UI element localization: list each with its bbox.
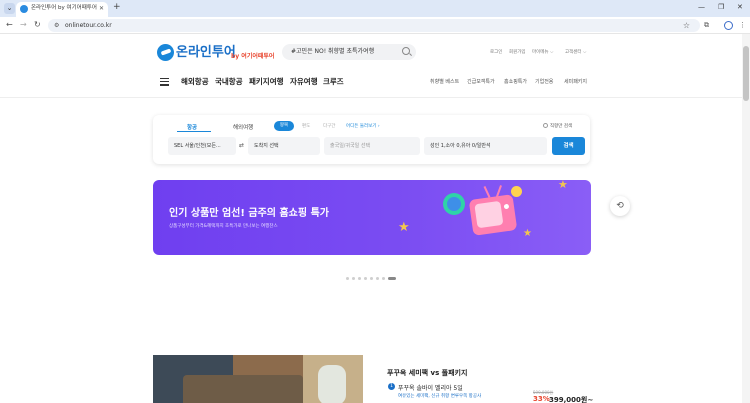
- trip-oneway[interactable]: 편도: [302, 123, 310, 129]
- search-icon[interactable]: [402, 47, 410, 55]
- tab-list-icon[interactable]: ⌄: [4, 3, 15, 14]
- customer-center-link[interactable]: 고객센터 ⌵: [565, 49, 586, 55]
- carousel-dot-active[interactable]: [388, 277, 396, 280]
- date-field[interactable]: 출국일/귀국일 선택: [324, 137, 420, 155]
- site-search-input[interactable]: #고민은 NO! 취향별 초특가여행: [282, 44, 416, 60]
- direct-only-checkbox[interactable]: 직항만 검색: [543, 123, 572, 129]
- nav-domestic-flight[interactable]: 국내항공: [215, 76, 243, 87]
- nav-urgent-deal[interactable]: 긴급모객특가: [467, 78, 495, 85]
- carousel-dot[interactable]: [352, 277, 355, 280]
- nav-package[interactable]: 패키지여행: [249, 76, 284, 87]
- forward-icon[interactable]: →: [20, 20, 27, 30]
- deal-rank-badge: 1: [388, 383, 395, 390]
- chat-bubble-illustration: [443, 193, 465, 215]
- trip-round[interactable]: 왕복: [274, 121, 294, 131]
- login-link[interactable]: 로그인: [490, 49, 502, 55]
- origin-field[interactable]: SEL 서울/인천(모든...: [168, 137, 236, 155]
- nav-home-shopping[interactable]: 홈쇼핑특가: [504, 78, 527, 85]
- tab-flight[interactable]: 항공: [187, 123, 197, 131]
- extensions-icon[interactable]: ⧉: [704, 20, 709, 31]
- minimize-icon[interactable]: —: [698, 2, 705, 13]
- checkbox-icon: [543, 123, 548, 128]
- site-favicon-icon: [20, 5, 28, 13]
- star-icon: ★: [398, 220, 410, 235]
- search-panel: 항공 해외여행 왕복 편도 다구간 어디든 둘러보기 › 직항만 검색 SEL …: [153, 115, 590, 164]
- carousel-indicator[interactable]: [346, 265, 399, 280]
- carousel-dot[interactable]: [376, 277, 379, 280]
- site-logo[interactable]: 온라인투어 by 여기어때투어: [157, 44, 277, 64]
- signup-link[interactable]: 회원가입: [509, 49, 526, 55]
- recent-history-icon[interactable]: ⟲: [610, 196, 630, 216]
- page: 온라인투어 by 여기어때투어 #고민은 NO! 취향별 초특가여행 로그인 회…: [0, 34, 742, 403]
- window-close-icon[interactable]: ✕: [737, 2, 743, 13]
- promo-banner[interactable]: 인기 상품만 엄선! 금주의 홈쇼핑 특가 상품구성부터 가격&혜택까지 초특가…: [153, 180, 591, 255]
- page-scrollbar[interactable]: [742, 34, 750, 403]
- scroll-thumb[interactable]: [743, 46, 749, 101]
- nav-divider: [0, 97, 742, 98]
- close-icon[interactable]: ✕: [99, 4, 104, 13]
- address-bar[interactable]: ⚙ onlinetour.co.kr ☆: [48, 19, 700, 32]
- search-keyword: #고민은 NO! 취향별 초특가여행: [291, 48, 375, 55]
- back-icon[interactable]: ←: [6, 20, 13, 30]
- deal-section-title: 푸꾸옥 세미팩 vs 풀패키지: [387, 369, 468, 377]
- tab-overseas-travel[interactable]: 해외여행: [233, 123, 253, 131]
- maximize-icon[interactable]: ❐: [718, 2, 724, 13]
- destination-field[interactable]: 도착지 선택: [248, 137, 320, 155]
- banner-title: 인기 상품만 엄선! 금주의 홈쇼핑 특가: [169, 208, 329, 219]
- nav-free-travel[interactable]: 자유여행: [290, 76, 318, 87]
- tab-title: 온라인투어 by 여기어때투어: [31, 5, 97, 11]
- logo-text: 온라인투어: [176, 45, 236, 60]
- deal-price: 399,000원~: [549, 396, 594, 403]
- direct-only-label: 직항만 검색: [550, 124, 573, 129]
- bookmark-star-icon[interactable]: ☆: [683, 20, 690, 31]
- carousel-dot[interactable]: [358, 277, 361, 280]
- banner-subtitle: 상품구성부터 가격&혜택까지 초특가로 만나보는 여행찬스: [169, 224, 278, 229]
- tv-antenna-left: [483, 186, 490, 198]
- nav-cruise[interactable]: 크루즈: [323, 76, 344, 87]
- url-text[interactable]: onlinetour.co.kr: [65, 21, 112, 30]
- deal-photo[interactable]: [153, 355, 363, 403]
- explore-anywhere-link[interactable]: 어디든 둘러보기 ›: [346, 123, 380, 129]
- nav-overseas-flight[interactable]: 해외항공: [181, 76, 209, 87]
- nav-semi-package[interactable]: 세미패키지: [564, 78, 587, 85]
- tv-illustration: [468, 194, 518, 236]
- menu-icon[interactable]: ⋮: [739, 20, 746, 31]
- site-info-icon[interactable]: ⚙: [54, 21, 59, 30]
- browser-tab[interactable]: 온라인투어 by 여기어때투어 ✕: [16, 2, 108, 17]
- smile-emoji-illustration: [511, 186, 522, 197]
- deal-item-desc: 여유있는 세미팩, 신규 취항 변루우쪽 항공사: [398, 394, 482, 399]
- profile-icon[interactable]: [724, 21, 733, 30]
- carousel-dot[interactable]: [370, 277, 373, 280]
- carousel-dot[interactable]: [346, 277, 349, 280]
- deal-item-name[interactable]: 푸꾸옥 솔바이 멜리아 5일: [398, 383, 463, 392]
- hamburger-menu-icon[interactable]: [160, 78, 169, 86]
- deal-discount: 33%: [533, 395, 550, 403]
- logo-plane-icon: [157, 44, 174, 61]
- nav-best-by-taste[interactable]: 취향별 베스트: [430, 78, 459, 85]
- my-menu-link[interactable]: 마이메뉴 ⌵: [532, 49, 553, 55]
- swap-icon[interactable]: ⇄: [239, 142, 244, 149]
- star-icon: ★: [558, 180, 568, 191]
- carousel-dot[interactable]: [382, 277, 385, 280]
- tab-active-indicator: [177, 131, 211, 133]
- browser-tabbar: ⌄ 온라인투어 by 여기어때투어 ✕ + — ❐ ✕: [0, 0, 750, 17]
- carousel-dot[interactable]: [364, 277, 367, 280]
- new-tab-icon[interactable]: +: [113, 2, 121, 13]
- logo-sub: by 여기어때투어: [231, 53, 275, 60]
- browser-toolbar: ← → ↻ ⚙ onlinetour.co.kr ☆ ⧉ ⋮: [0, 17, 750, 34]
- reload-icon[interactable]: ↻: [34, 20, 41, 30]
- passenger-field[interactable]: 성인 1,소아 0,유아 0/일반석: [424, 137, 547, 155]
- search-button[interactable]: 검색: [552, 137, 585, 155]
- star-icon: ★: [523, 228, 532, 239]
- nav-corporate[interactable]: 기업전용: [535, 78, 553, 85]
- trip-multi[interactable]: 다구간: [323, 123, 335, 129]
